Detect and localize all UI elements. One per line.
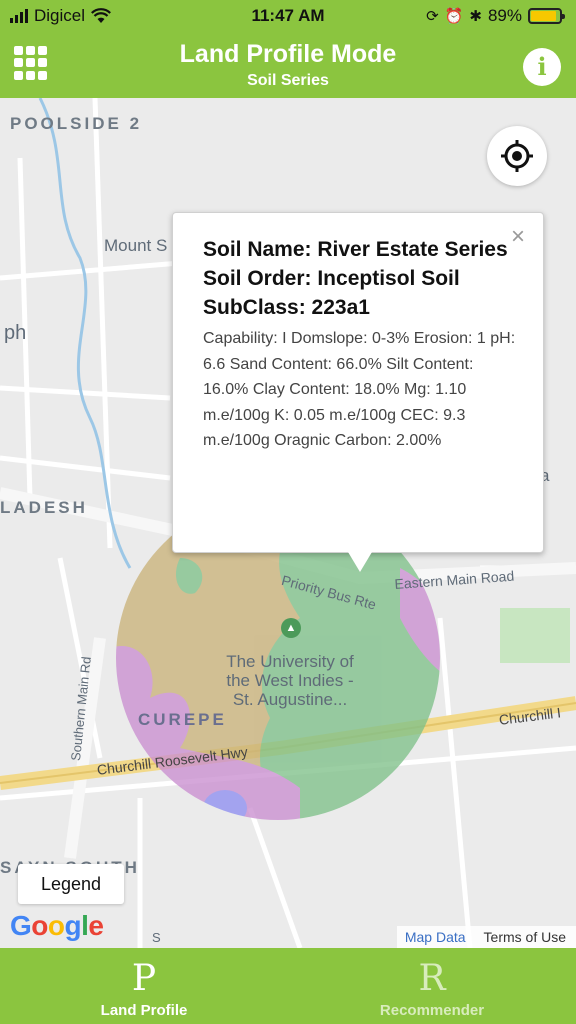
crosshair-icon — [501, 140, 533, 172]
map-attribution: Map Data Terms of Use — [396, 926, 576, 948]
popup-heading: Soil Name: River Estate Series Soil Orde… — [203, 238, 508, 319]
map-label-edge-s: S — [152, 930, 161, 945]
map-label-university: The University of the West Indies - St. … — [226, 652, 354, 709]
battery-percent: 89% — [487, 6, 522, 25]
map-label-ph: ph — [4, 322, 27, 344]
tab-label-recommender: Recommender — [379, 1002, 485, 1019]
legend-button[interactable]: Legend — [18, 864, 124, 904]
tab-label-land-profile: Land Profile — [100, 1002, 188, 1019]
google-logo: Google — [10, 910, 104, 941]
tab-land-profile[interactable]: P Land Profile — [0, 948, 288, 1024]
info-button[interactable]: i — [523, 48, 561, 86]
app-header: Digicel 11:47 AM ⟳ ⏰ ✱ 89% Land Profile … — [0, 0, 576, 98]
tab-recommender[interactable]: R Recommender — [288, 948, 576, 1024]
page-title: Land Profile Mode — [179, 40, 397, 68]
map-label-mount: Mount S — [104, 236, 168, 255]
orientation-lock-icon: ⟳ — [426, 8, 439, 25]
map-view[interactable]: POOLSIDE 2 Mount S ph LADESH a CUREPE Th… — [0, 98, 576, 948]
my-location-button[interactable] — [487, 126, 547, 186]
alarm-icon: ⏰ — [444, 8, 464, 25]
page-subtitle: Soil Series — [247, 72, 329, 89]
battery-icon — [528, 8, 565, 24]
land-profile-icon: P — [131, 958, 157, 999]
soil-info-popup: × Soil Name: River Estate Series Soil Or… — [172, 212, 544, 553]
popup-pointer — [348, 552, 372, 572]
university-pin-icon: ▲ — [281, 618, 301, 638]
map-label-curepe: CUREPE — [138, 710, 227, 729]
popup-close-button[interactable]: × — [511, 223, 525, 251]
map-label-ladesh: LADESH — [0, 498, 88, 517]
map-label-poolside: POOLSIDE 2 — [10, 114, 143, 133]
bluetooth-icon: ✱ — [469, 8, 482, 25]
popup-details: Capability: I Domslope: 0-3% Erosion: 1 … — [203, 330, 516, 449]
bottom-tab-bar: P Land Profile R Recommender — [0, 948, 576, 1024]
map-data-link[interactable]: Map Data — [405, 929, 466, 948]
terms-of-use-link[interactable]: Terms of Use — [484, 929, 566, 948]
recommender-icon: R — [418, 958, 446, 999]
status-bar: Digicel 11:47 AM ⟳ ⏰ ✱ 89% — [0, 0, 576, 32]
